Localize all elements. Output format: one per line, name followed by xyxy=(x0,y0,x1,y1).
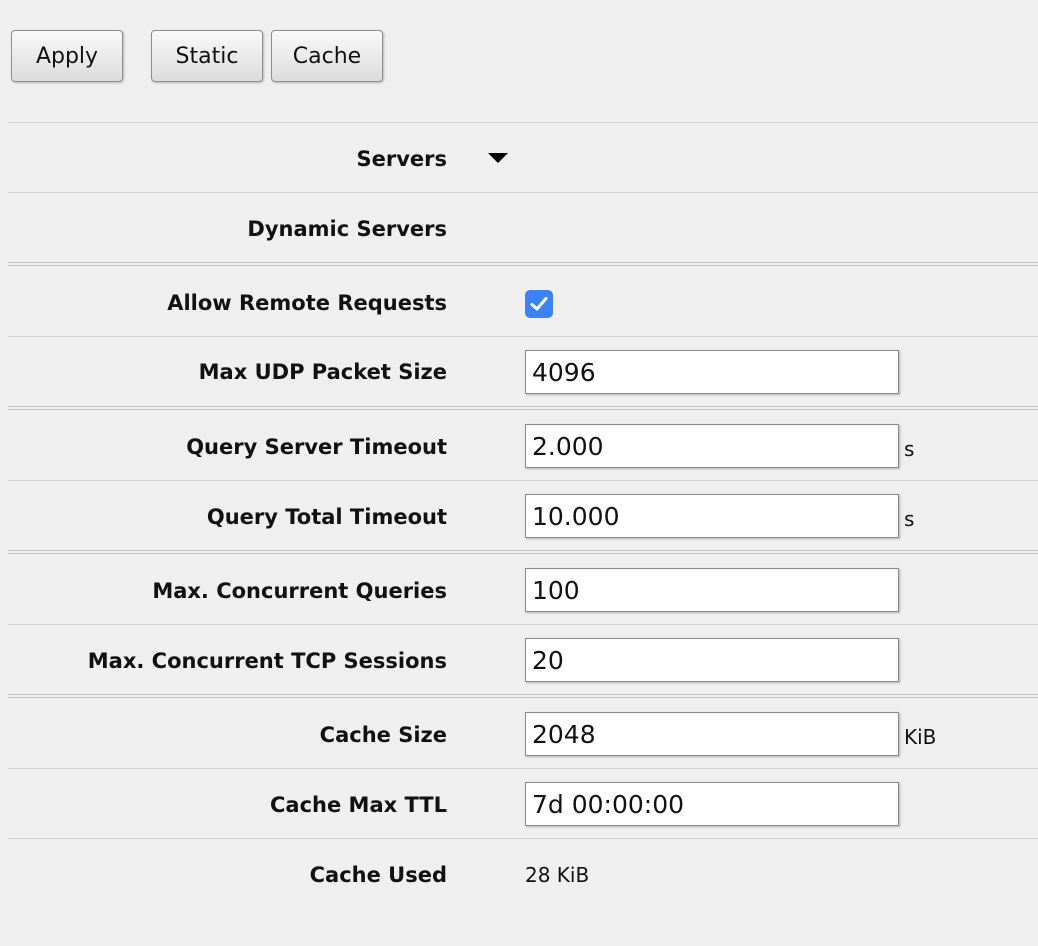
max-concurrent-tcp-sessions-input[interactable] xyxy=(525,638,899,682)
query-server-timeout-input[interactable] xyxy=(525,424,899,468)
allow-remote-requests-checkbox[interactable] xyxy=(525,290,553,318)
cache-size-label: Cache Size xyxy=(319,723,447,747)
cache-size-input[interactable] xyxy=(525,712,899,756)
divider xyxy=(8,480,1038,481)
section-divider xyxy=(8,262,1038,266)
check-icon xyxy=(530,297,548,311)
allow-remote-requests-label: Allow Remote Requests xyxy=(167,291,447,315)
section-divider xyxy=(8,406,1038,410)
static-button[interactable]: Static xyxy=(151,30,263,82)
dynamic-servers-label: Dynamic Servers xyxy=(247,217,447,241)
cache-used-value: 28 KiB xyxy=(525,863,590,887)
max-concurrent-queries-label: Max. Concurrent Queries xyxy=(152,579,447,603)
query-server-timeout-unit: s xyxy=(904,437,915,461)
query-total-timeout-input[interactable] xyxy=(525,494,899,538)
max-udp-packet-size-input[interactable] xyxy=(525,350,899,394)
servers-label: Servers xyxy=(356,147,447,171)
divider xyxy=(8,838,1038,839)
apply-button[interactable]: Apply xyxy=(11,30,123,82)
section-divider xyxy=(8,694,1038,698)
dns-settings-page: Apply Static Cache Servers Dynamic Serve… xyxy=(0,0,1038,946)
divider xyxy=(8,624,1038,625)
max-concurrent-tcp-sessions-label: Max. Concurrent TCP Sessions xyxy=(87,649,447,673)
section-divider xyxy=(8,550,1038,554)
max-udp-packet-size-label: Max UDP Packet Size xyxy=(198,360,447,384)
max-concurrent-queries-input[interactable] xyxy=(525,568,899,612)
query-server-timeout-label: Query Server Timeout xyxy=(186,435,447,459)
cache-max-ttl-input[interactable] xyxy=(525,782,899,826)
divider xyxy=(8,122,1038,123)
query-total-timeout-label: Query Total Timeout xyxy=(206,505,447,529)
cache-max-ttl-label: Cache Max TTL xyxy=(270,793,447,817)
divider xyxy=(8,192,1038,193)
divider xyxy=(8,336,1038,337)
cache-button[interactable]: Cache xyxy=(271,30,383,82)
caret-down-icon[interactable] xyxy=(488,153,508,163)
cache-used-label: Cache Used xyxy=(309,863,447,887)
cache-size-unit: KiB xyxy=(904,725,937,749)
query-total-timeout-unit: s xyxy=(904,507,915,531)
divider xyxy=(8,768,1038,769)
